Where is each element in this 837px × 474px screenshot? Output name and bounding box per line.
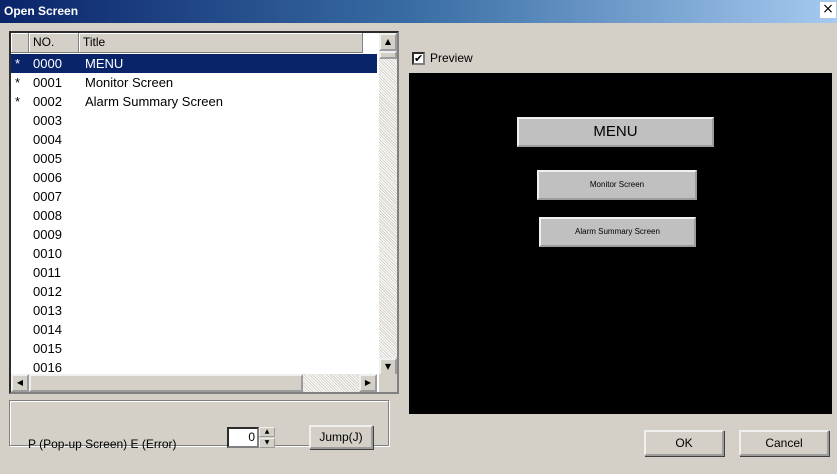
scroll-up-button[interactable]: ▲ [379, 33, 397, 51]
row-number: 0002 [33, 94, 62, 109]
row-number: 0006 [33, 170, 62, 185]
column-header-marker[interactable] [11, 33, 29, 53]
list-rows: * 0000 MENU * 0001 Monitor Screen * 0002 Alarm S… [11, 54, 377, 376]
row-number: 0009 [33, 227, 62, 242]
spin-down-button[interactable]: ▼ [259, 438, 275, 448]
screen-list[interactable]: NO. Title * 0000 MENU * 0001 Monitor Screen * 0… [9, 31, 399, 394]
table-row[interactable]: 0006 [11, 168, 377, 187]
row-number: 0008 [33, 208, 62, 223]
screen-preview-pane: MENU Monitor Screen Alarm Summary Screen [409, 73, 832, 414]
table-row[interactable]: 0008 [11, 206, 377, 225]
table-row[interactable]: 0004 [11, 130, 377, 149]
row-modified-marker: * [15, 75, 21, 90]
preview-menu-button: MENU [517, 117, 714, 147]
table-row[interactable]: 0015 [11, 339, 377, 358]
row-number: 0004 [33, 132, 62, 147]
ok-button[interactable]: OK [644, 430, 724, 456]
row-number: 0001 [33, 75, 62, 90]
vertical-scrollbar[interactable]: ▲ ▼ [379, 33, 397, 376]
preview-checkbox[interactable]: ✔ [412, 52, 425, 65]
column-header-no[interactable]: NO. [29, 33, 79, 53]
table-row[interactable]: 0011 [11, 263, 377, 282]
table-row[interactable]: 0005 [11, 149, 377, 168]
preview-alarm-summary-button: Alarm Summary Screen [539, 217, 696, 247]
jump-button[interactable]: Jump(J) [309, 425, 373, 449]
row-title: Monitor Screen [85, 75, 174, 90]
vertical-scroll-thumb[interactable] [379, 51, 397, 59]
table-row[interactable]: * 0000 MENU [11, 54, 377, 73]
title-bar[interactable]: Open Screen × [0, 0, 837, 23]
table-row[interactable]: 0007 [11, 187, 377, 206]
table-row[interactable]: 0014 [11, 320, 377, 339]
table-row[interactable]: 0009 [11, 225, 377, 244]
horizontal-scrollbar[interactable]: ◀ ▶ [11, 374, 377, 392]
cancel-button[interactable]: Cancel [739, 430, 829, 456]
table-row[interactable]: * 0001 Monitor Screen [11, 73, 377, 92]
screen-number-input[interactable]: 0 [227, 427, 259, 448]
row-number: 0014 [33, 322, 62, 337]
horizontal-scroll-thumb[interactable] [29, 374, 303, 392]
row-number: 0012 [33, 284, 62, 299]
scroll-right-button[interactable]: ▶ [359, 374, 377, 392]
row-modified-marker: * [15, 56, 21, 71]
row-number: 0015 [33, 341, 62, 356]
scrollbar-corner [379, 374, 397, 392]
table-row[interactable]: 0012 [11, 282, 377, 301]
column-header-title[interactable]: Title [79, 33, 363, 53]
row-number: 0007 [33, 189, 62, 204]
row-number: 0013 [33, 303, 62, 318]
row-number: 0000 [33, 56, 62, 71]
row-number: 0003 [33, 113, 62, 128]
row-title: MENU [85, 56, 124, 71]
spin-up-button[interactable]: ▲ [259, 427, 275, 437]
table-row[interactable]: 0003 [11, 111, 377, 130]
table-row[interactable]: 0013 [11, 301, 377, 320]
scroll-left-button[interactable]: ◀ [11, 374, 29, 392]
row-number: 0010 [33, 246, 62, 261]
window-title: Open Screen [4, 4, 79, 18]
row-number: 0005 [33, 151, 62, 166]
row-title: Alarm Summary Screen [85, 94, 223, 109]
screen-number-spinner: ▲ ▼ [259, 427, 275, 448]
row-number: 0011 [33, 265, 61, 280]
screen-type-legend: P (Pop-up Screen) E (Error) [28, 437, 177, 451]
table-row[interactable]: 0010 [11, 244, 377, 263]
preview-checkbox-label[interactable]: Preview [430, 51, 473, 65]
preview-monitor-screen-button: Monitor Screen [537, 170, 697, 200]
list-header: NO. Title [11, 33, 363, 53]
close-button[interactable]: × [820, 2, 836, 18]
table-row[interactable]: * 0002 Alarm Summary Screen [11, 92, 377, 111]
row-modified-marker: * [15, 94, 21, 109]
